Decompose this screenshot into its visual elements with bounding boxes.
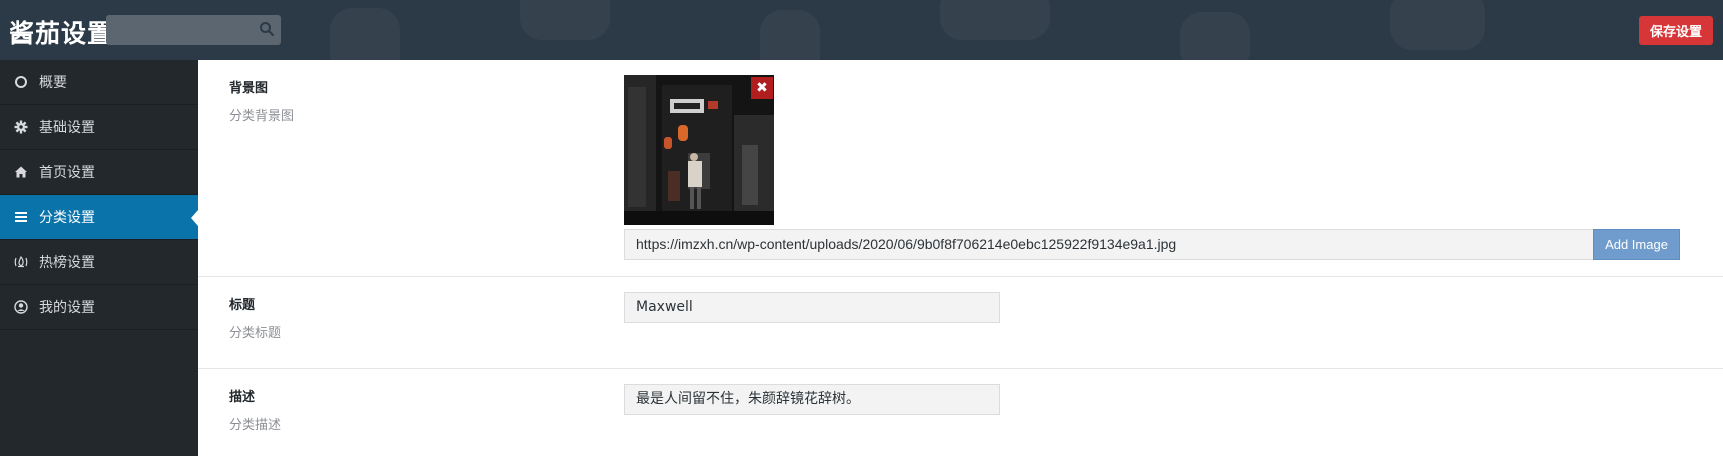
description-field[interactable]: 最是人间留不住，朱颜辞镜花辞树。 [624,384,1000,415]
field-label: 背景图 [229,81,269,96]
user-circle-icon [14,300,28,314]
gear-icon [14,120,28,134]
add-image-button[interactable]: Add Image [1593,229,1680,260]
field-description: 分类描述 [229,418,282,433]
settings-app: 酱茄设置 保存设置 概要 基础设置 首页设置 分类设置 热榜设置 我的设置 背景… [0,0,1723,456]
sidebar-item-label: 概要 [39,75,67,91]
search-icon[interactable] [259,21,275,37]
sidebar-item-label: 分类设置 [39,210,95,226]
list-icon [14,210,28,224]
background-image-row: 背景图 分类背景图 ✖ https://imzxh.cn/wp-content/… [198,60,1723,277]
sidebar: 概要 基础设置 首页设置 分类设置 热榜设置 我的设置 [0,60,198,456]
sidebar-item-my-settings[interactable]: 我的设置 [0,285,198,330]
search-input[interactable] [106,15,256,45]
background-url-value: https://imzxh.cn/wp-content/uploads/2020… [636,236,1177,252]
title-field[interactable]: Maxwell [624,292,1000,323]
top-header: 酱茄设置 保存设置 [0,0,1723,60]
save-settings-button[interactable]: 保存设置 [1639,16,1713,45]
sidebar-item-basic-settings[interactable]: 基础设置 [0,105,198,150]
field-label: 描述 [229,390,256,405]
settings-form: 背景图 分类背景图 ✖ https://imzxh.cn/wp-content/… [198,60,1723,456]
description-row: 描述 分类描述 最是人间留不住，朱颜辞镜花辞树。 [198,369,1723,456]
app-title: 酱茄设置 [9,19,114,48]
sidebar-item-label: 热榜设置 [39,255,95,271]
field-label: 标题 [229,298,256,313]
circle-icon [14,75,28,89]
home-icon [14,165,28,179]
sidebar-item-home-settings[interactable]: 首页设置 [0,150,198,195]
background-url-field[interactable]: https://imzxh.cn/wp-content/uploads/2020… [624,229,1593,260]
field-description: 分类标题 [229,326,282,341]
field-description: 分类背景图 [229,109,295,124]
search-box [106,15,281,45]
fire-icon [14,255,28,269]
title-value: Maxwell [636,299,693,315]
sidebar-item-label: 我的设置 [39,300,95,316]
sidebar-item-label: 首页设置 [39,165,95,181]
sidebar-item-overview[interactable]: 概要 [0,60,198,105]
sidebar-item-category-settings[interactable]: 分类设置 [0,195,198,240]
remove-image-button[interactable]: ✖ [751,77,773,99]
sidebar-item-label: 基础设置 [39,120,95,136]
description-value: 最是人间留不住，朱颜辞镜花辞树。 [636,391,860,407]
sidebar-item-hot-settings[interactable]: 热榜设置 [0,240,198,285]
title-row: 标题 分类标题 Maxwell [198,277,1723,369]
